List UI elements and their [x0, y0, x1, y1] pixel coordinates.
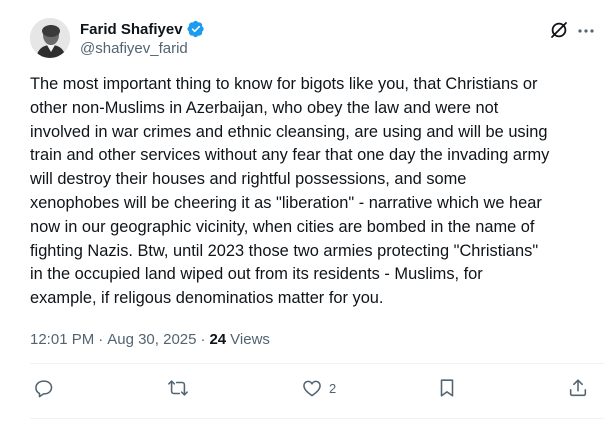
- tweet-date[interactable]: Aug 30, 2025: [107, 331, 196, 348]
- meta-separator: ·: [98, 331, 104, 348]
- share-button[interactable]: [567, 377, 589, 399]
- grok-icon[interactable]: [549, 20, 569, 40]
- views-count: 24: [209, 331, 227, 348]
- like-icon: [303, 380, 321, 397]
- avatar[interactable]: [30, 18, 70, 58]
- more-options-icon[interactable]: [577, 22, 595, 40]
- share-icon: [569, 379, 587, 397]
- divider: [30, 418, 604, 419]
- tweet-detail: Farid Shafiyev @shafiyev_farid The most …: [0, 0, 604, 432]
- tweet-time[interactable]: 12:01 PM: [30, 331, 94, 348]
- reply-icon: [35, 380, 53, 398]
- like-button[interactable]: 2: [301, 377, 336, 399]
- verified-badge-icon[interactable]: [187, 20, 205, 38]
- bookmark-icon: [440, 379, 454, 397]
- divider: [30, 363, 604, 364]
- views-label: Views: [230, 331, 270, 348]
- like-count: 2: [329, 380, 337, 396]
- tweet-meta: 12:01 PM · Aug 30, 2025 · 24 Views: [30, 331, 270, 348]
- meta-separator: ·: [200, 331, 206, 348]
- author-name-row: Farid Shafiyev: [80, 20, 205, 38]
- tweet-actions: 2: [0, 377, 604, 407]
- author-handle[interactable]: @shafiyev_farid: [80, 40, 188, 57]
- tweet-text: The most important thing to know for big…: [30, 75, 550, 308]
- repost-button[interactable]: [167, 377, 189, 399]
- bookmark-button[interactable]: [436, 377, 458, 399]
- avatar-image: [30, 18, 70, 58]
- repost-icon: [168, 380, 188, 396]
- reply-button[interactable]: [33, 377, 55, 399]
- display-name[interactable]: Farid Shafiyev: [80, 21, 183, 38]
